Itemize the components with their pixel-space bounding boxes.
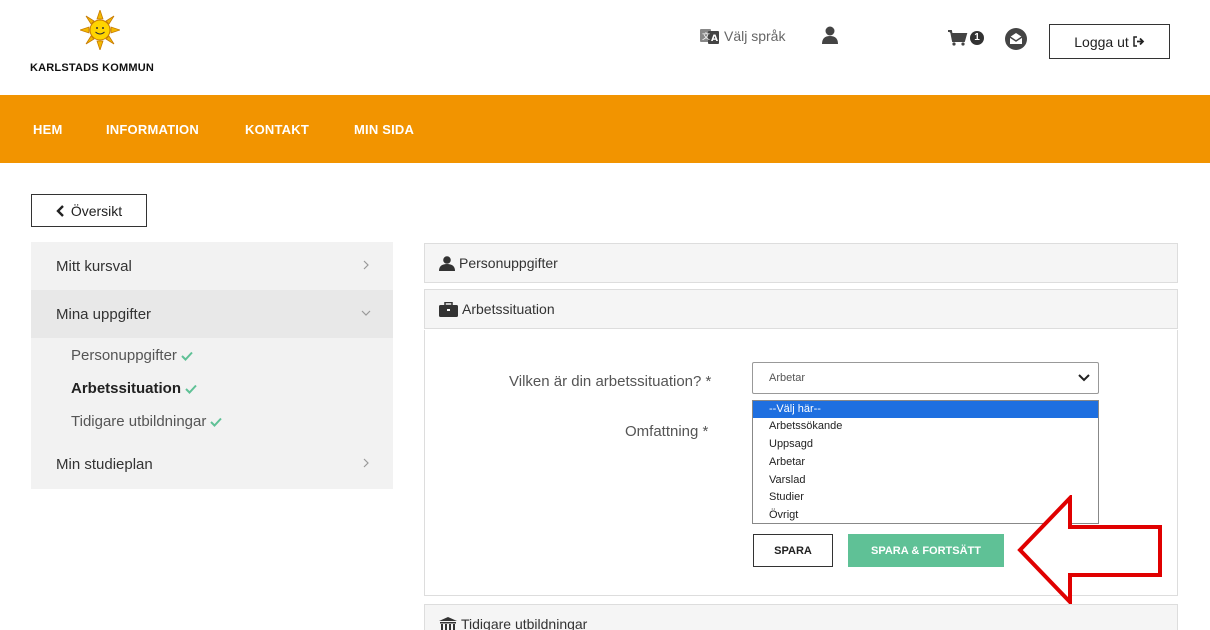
panel-tidigare-utbildningar-header[interactable]: Tidigare utbildningar [424,604,1178,630]
nav-item-min-sida[interactable]: MIN SIDA [354,122,414,137]
select-value: Arbetar [769,372,806,384]
chevron-down-icon [1078,374,1090,382]
panel-title: Personuppgifter [459,255,558,271]
chevron-right-icon [363,458,369,468]
panel-title: Tidigare utbildningar [461,616,588,630]
header: KARLSTADS KOMMUN 文 A Välj språk 1 Logga … [0,0,1210,95]
sidebar-item-label: Mina uppgifter [56,305,152,323]
panel-personuppgifter-header[interactable]: Personuppgifter [424,243,1178,283]
nav-item-kontakt[interactable]: KONTAKT [245,122,309,137]
sidebar-subitem-label: Tidigare utbildningar [71,413,207,430]
envelope-open-icon[interactable] [1005,28,1027,50]
language-label: Välj språk [724,28,786,44]
cart-icon [948,30,968,46]
back-label: Översikt [70,202,123,219]
user-icon[interactable] [822,26,838,44]
language-selector[interactable]: 文 A Välj språk [700,28,785,44]
karlstad-logo[interactable]: KARLSTADS KOMMUN [30,10,190,80]
panel-arbetssituation-header[interactable]: Arbetssituation [424,289,1178,329]
svg-text:文: 文 [702,31,710,41]
sidebar-subitem-label: Personuppgifter [71,347,177,364]
dropdown-option[interactable]: Arbetssökande [753,418,1098,435]
sidebar-subitem-personuppgifter[interactable]: Personuppgifter [71,347,193,364]
chevron-right-icon [363,260,369,270]
sign-out-icon [1133,36,1145,47]
work-situation-label: Vilken är din arbetssituation? * [509,373,712,390]
sidebar-item-mitt-kursval[interactable]: Mitt kursval [31,242,393,290]
translate-icon: 文 A [700,29,719,44]
sidebar-item-min-studieplan[interactable]: Min studieplan [31,440,393,488]
dropdown-option[interactable]: Arbetar [753,454,1098,471]
user-icon [439,255,455,271]
scope-label: Omfattning * [625,423,709,440]
save-and-continue-button[interactable]: SPARA & FORTSÄTT [848,534,1004,567]
overview-back-button[interactable]: Översikt [31,194,147,227]
svg-text:A: A [711,34,718,44]
chevron-left-icon [56,204,64,217]
logout-label: Logga ut [1074,33,1129,50]
sun-logo-icon [80,10,120,50]
red-arrow-annotation-icon [1017,495,1162,605]
check-icon [185,384,197,394]
nav-item-hem[interactable]: HEM [33,122,63,137]
institution-icon [439,616,457,630]
dropdown-option[interactable]: --Välj här-- [753,401,1098,418]
sidebar-item-label: Mitt kursval [56,257,132,275]
main-nav: HEM INFORMATION KONTAKT MIN SIDA [0,95,1210,163]
briefcase-icon [439,301,458,317]
sidebar-subitem-tidigare-utbildningar[interactable]: Tidigare utbildningar [71,413,223,430]
save-button[interactable]: SPARA [753,534,833,567]
logout-button[interactable]: Logga ut [1049,24,1170,59]
work-situation-select[interactable]: Arbetar [752,362,1099,394]
dropdown-option[interactable]: Uppsagd [753,436,1098,453]
cart-count-badge: 1 [970,31,984,45]
logo-text: KARLSTADS KOMMUN [30,62,154,74]
sidebar: Mitt kursval Mina uppgifter Personuppgif… [31,242,393,489]
cart-button[interactable]: 1 [948,30,984,46]
chevron-down-icon [361,310,371,316]
sidebar-item-label: Min studieplan [56,455,153,473]
dropdown-option[interactable]: Varslad [753,472,1098,489]
check-icon [210,417,223,427]
sidebar-item-mina-uppgifter[interactable]: Mina uppgifter [31,290,393,338]
sidebar-subitem-arbetssituation[interactable]: Arbetssituation [71,380,197,397]
nav-item-information[interactable]: INFORMATION [106,122,199,137]
panel-title: Arbetssituation [462,301,555,317]
sidebar-subitem-label: Arbetssituation [71,380,182,397]
check-icon [181,351,193,361]
